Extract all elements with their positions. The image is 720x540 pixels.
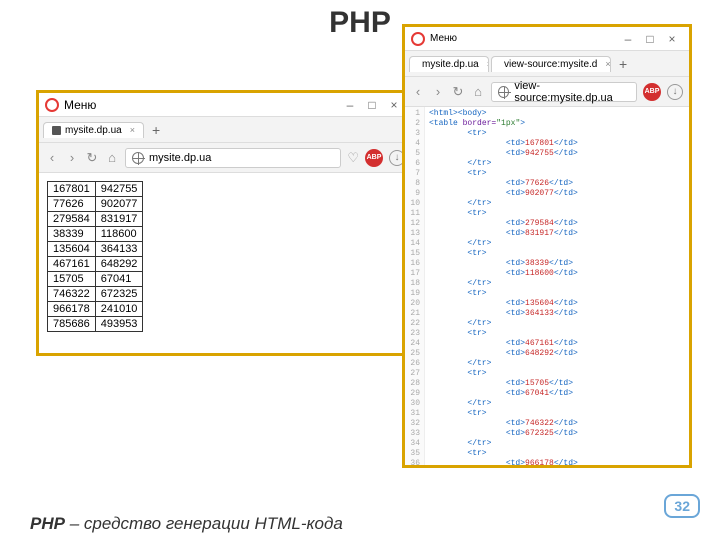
table-cell: 135604 <box>48 242 96 257</box>
table-cell: 167801 <box>48 182 96 197</box>
page-viewport: 1678019427557762690207727958483191738339… <box>39 173 411 353</box>
reload-button[interactable]: ↻ <box>451 84 465 100</box>
maximize-button[interactable]: □ <box>361 98 383 112</box>
table-cell: 831917 <box>95 212 143 227</box>
minimize-button[interactable]: – <box>339 98 361 112</box>
slide-caption: PHP – средство генерации HTML-кода <box>30 514 343 534</box>
table-cell: 785686 <box>48 317 96 332</box>
new-tab-button[interactable]: + <box>146 122 166 138</box>
tab-mysite[interactable]: mysite.dp.ua × <box>409 56 489 72</box>
tab-label: mysite.dp.ua <box>422 59 479 70</box>
tab-view-source[interactable]: view-source:mysite.d × <box>491 56 611 72</box>
table-cell: 15705 <box>48 272 96 287</box>
menu-label[interactable]: Меню <box>430 33 457 44</box>
adblock-icon[interactable]: ABP <box>643 83 661 101</box>
table-row: 77626902077 <box>48 197 143 212</box>
table-cell: 364133 <box>95 242 143 257</box>
table-cell: 966178 <box>48 302 96 317</box>
home-button[interactable]: ⌂ <box>105 150 119 165</box>
table-row: 279584831917 <box>48 212 143 227</box>
tab-bar: mysite.dp.ua × view-source:mysite.d × + <box>405 51 689 77</box>
source-viewport: 1 2 3 4 5 6 7 8 9 10 11 12 13 14 15 16 1… <box>405 107 689 465</box>
forward-button[interactable]: › <box>431 84 445 99</box>
page-number: 32 <box>664 494 700 518</box>
table-cell: 241010 <box>95 302 143 317</box>
back-button[interactable]: ‹ <box>411 84 425 99</box>
titlebar: Меню – □ × <box>39 93 411 117</box>
tab-bar: mysite.dp.ua × + <box>39 117 411 143</box>
line-gutter: 1 2 3 4 5 6 7 8 9 10 11 12 13 14 15 16 1… <box>405 107 425 465</box>
caption-bold: PHP <box>30 514 65 533</box>
table-row: 785686493953 <box>48 317 143 332</box>
minimize-button[interactable]: – <box>617 32 639 46</box>
reload-button[interactable]: ↻ <box>85 150 99 166</box>
favicon-icon <box>52 126 61 135</box>
table-cell: 672325 <box>95 287 143 302</box>
url-input[interactable]: mysite.dp.ua <box>125 148 341 168</box>
downloads-icon[interactable]: ↓ <box>667 84 683 100</box>
table-cell: 38339 <box>48 227 96 242</box>
address-bar: ‹ › ↻ ⌂ view-source:mysite.dp.ua ABP ↓ <box>405 77 689 107</box>
rendered-table: 1678019427557762690207727958483191738339… <box>47 181 143 332</box>
adblock-icon[interactable]: ABP <box>365 149 383 167</box>
table-cell: 493953 <box>95 317 143 332</box>
close-button[interactable]: × <box>661 32 683 46</box>
caption-rest: – средство генерации HTML-кода <box>65 514 343 533</box>
tab-close-icon[interactable]: × <box>130 125 135 135</box>
url-text: view-source:mysite.dp.ua <box>514 80 630 104</box>
table-cell: 648292 <box>95 257 143 272</box>
address-bar: ‹ › ↻ ⌂ mysite.dp.ua ♡ ABP ↓ <box>39 143 411 173</box>
titlebar: Меню – □ × <box>405 27 689 51</box>
new-tab-button[interactable]: + <box>613 56 633 72</box>
tab-label: view-source:mysite.d <box>504 59 597 70</box>
opera-logo-icon <box>411 32 425 46</box>
back-button[interactable]: ‹ <box>45 150 59 165</box>
home-button[interactable]: ⌂ <box>471 84 485 99</box>
table-row: 746322672325 <box>48 287 143 302</box>
opera-logo-icon <box>45 98 59 112</box>
table-cell: 67041 <box>95 272 143 287</box>
browser-rendered-window: Меню – □ × mysite.dp.ua × + ‹ › ↻ ⌂ mysi… <box>36 90 414 356</box>
table-cell: 467161 <box>48 257 96 272</box>
table-cell: 118600 <box>95 227 143 242</box>
tab-close-icon[interactable]: × <box>605 59 610 69</box>
source-code: <html><body> <table border="1px"> <tr> <… <box>425 107 582 465</box>
globe-icon <box>132 152 144 164</box>
table-row: 135604364133 <box>48 242 143 257</box>
tab-label: mysite.dp.ua <box>65 125 122 136</box>
browser-source-window: Меню – □ × mysite.dp.ua × view-source:my… <box>402 24 692 468</box>
globe-icon <box>498 86 509 98</box>
bookmark-icon[interactable]: ♡ <box>347 150 359 166</box>
table-cell: 902077 <box>95 197 143 212</box>
maximize-button[interactable]: □ <box>639 32 661 46</box>
url-input[interactable]: view-source:mysite.dp.ua <box>491 82 637 102</box>
table-row: 966178241010 <box>48 302 143 317</box>
menu-label[interactable]: Меню <box>64 98 96 112</box>
table-cell: 279584 <box>48 212 96 227</box>
tab-mysite[interactable]: mysite.dp.ua × <box>43 122 144 138</box>
table-cell: 942755 <box>95 182 143 197</box>
table-row: 467161648292 <box>48 257 143 272</box>
table-cell: 746322 <box>48 287 96 302</box>
forward-button[interactable]: › <box>65 150 79 165</box>
tab-close-icon[interactable]: × <box>487 59 489 69</box>
table-row: 167801942755 <box>48 182 143 197</box>
table-cell: 77626 <box>48 197 96 212</box>
table-row: 38339118600 <box>48 227 143 242</box>
url-text: mysite.dp.ua <box>149 152 211 164</box>
table-row: 1570567041 <box>48 272 143 287</box>
